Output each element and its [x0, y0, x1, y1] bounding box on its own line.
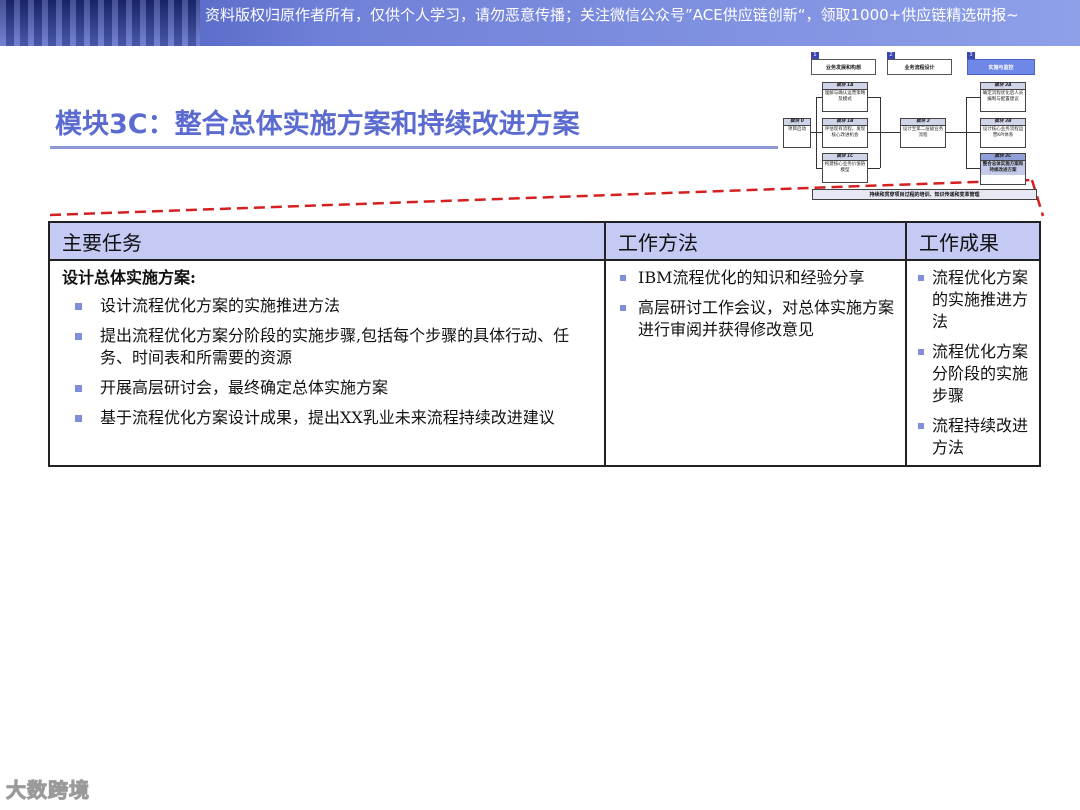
bullet-icon: [620, 275, 626, 281]
table-header-row: 主要任务 工作方法 工作成果: [48, 221, 1041, 261]
list-item: 基于流程优化方案设计成果，提出XX乳业未来流程持续改进建议: [60, 407, 594, 429]
module-box: 模块 1C 构建核心业务价值链模型: [822, 153, 868, 183]
phase-chevron: 业务流程设计: [887, 59, 952, 75]
diagram-footer-bar: 持续和贯穿项目过程的培训、知识传递和变革管理: [812, 189, 1037, 200]
tasks-subtitle: 设计总体实施方案:: [62, 268, 196, 287]
list-item: 开展高层研讨会，最终确定总体实施方案: [60, 377, 594, 399]
module-body: 整合总体实施方案和持续改进方案: [981, 161, 1025, 175]
list-item: 流程优化方案的实施推进方法: [917, 267, 1029, 333]
header-tasks: 主要任务: [48, 221, 606, 261]
list-item: 流程优化方案分阶段的实施步骤: [917, 341, 1029, 407]
module-box: 模块 1A 理解与确认运营策略及模式: [822, 82, 868, 112]
phase-chevron: 业务发展和构想: [811, 59, 876, 75]
list-item-text: 基于流程优化方案设计成果，提出XX乳业未来流程持续改进建议: [100, 408, 555, 427]
module-body: 评估现有流程，发现核心改进机会: [824, 127, 866, 138]
connector: [966, 97, 967, 168]
module-box: 模块 2 设计至第二层级业务流程: [900, 118, 946, 148]
tasks-cell: 设计总体实施方案: 设计流程优化方案的实施推进方法 提出流程优化方案分阶段的实施…: [48, 259, 606, 467]
header-results: 工作成果: [905, 221, 1041, 261]
bullet-icon: [918, 349, 924, 355]
results-list: 流程优化方案的实施推进方法 流程优化方案分阶段的实施步骤 流程持续改进方法: [917, 267, 1029, 459]
process-overview-diagram: 1 业务发展和构想 2 业务流程设计 3 实施与监控 模块 0 项目启动 模块 …: [780, 52, 1042, 202]
phase-number: 3: [967, 52, 975, 59]
brand-logo: 大数跨境: [6, 778, 90, 803]
module-body: 设计核心业务流程运营KPI体系: [982, 127, 1024, 138]
connector: [946, 132, 980, 133]
module-body: 设计至第二层级业务流程: [902, 127, 944, 138]
list-item: 设计流程优化方案的实施推进方法: [60, 295, 594, 317]
connector: [966, 97, 980, 98]
bullet-icon: [620, 305, 626, 311]
module-head: 模块 3C: [981, 154, 1025, 161]
module-head: 模块 1A: [823, 83, 867, 90]
module-head: 模块 1B: [823, 119, 867, 126]
module-box: 模块 1B 评估现有流程，发现核心改进机会: [822, 118, 868, 148]
methods-cell: IBM流程优化的知识和经验分享 高层研讨工作会议，对总体实施方案进行审阅并获得修…: [604, 259, 907, 467]
module-head: 模块 2: [901, 119, 945, 126]
list-item-text: 设计流程优化方案的实施推进方法: [100, 296, 341, 315]
list-item-text: 开展高层研讨会，最终确定总体实施方案: [100, 378, 389, 397]
bullet-icon: [75, 333, 82, 340]
list-item-text: 高层研讨工作会议，对总体实施方案进行审阅并获得修改意见: [638, 298, 895, 339]
list-item: 提出流程优化方案分阶段的实施步骤,包括每个步骤的具体行动、任务、时间表和所需要的…: [60, 325, 594, 369]
bullet-icon: [918, 423, 924, 429]
module-box-highlighted: 模块 3C 整合总体实施方案和持续改进方案: [980, 153, 1026, 185]
module-body: 确定流程优化后人员编制与配置建议: [982, 91, 1024, 102]
module-head: 模块 3A: [981, 83, 1025, 90]
connector: [868, 168, 880, 169]
list-item-text: 流程优化方案的实施推进方法: [932, 268, 1029, 331]
list-item-text: IBM流程优化的知识和经验分享: [638, 268, 865, 287]
connector: [816, 97, 822, 98]
module-box: 模块 3B 设计核心业务流程运营KPI体系: [980, 118, 1026, 148]
table-row: 设计总体实施方案: 设计流程优化方案的实施推进方法 提出流程优化方案分阶段的实施…: [48, 259, 1041, 467]
results-cell: 流程优化方案的实施推进方法 流程优化方案分阶段的实施步骤 流程持续改进方法: [905, 259, 1041, 467]
module-head: 模块 1C: [823, 154, 867, 161]
module-box: 模块 3A 确定流程优化后人员编制与配置建议: [980, 82, 1026, 112]
phase-chevron-active: 实施与监控: [967, 59, 1035, 75]
header-methods: 工作方法: [604, 221, 907, 261]
bullet-icon: [75, 385, 82, 392]
connector: [868, 132, 900, 133]
module-body: 构建核心业务价值链模型: [824, 162, 866, 173]
methods-list: IBM流程优化的知识和经验分享 高层研讨工作会议，对总体实施方案进行审阅并获得修…: [616, 267, 895, 341]
tasks-list: 设计流程优化方案的实施推进方法 提出流程优化方案分阶段的实施步骤,包括每个步骤的…: [60, 295, 594, 429]
module-head: 模块 3B: [981, 119, 1025, 126]
list-item: IBM流程优化的知识和经验分享: [616, 267, 895, 289]
module-body: 项目启动: [788, 127, 806, 132]
connector: [880, 97, 881, 168]
list-item-text: 提出流程优化方案分阶段的实施步骤,包括每个步骤的具体行动、任务、时间表和所需要的…: [100, 326, 570, 367]
bullet-icon: [918, 275, 924, 281]
module-head: 模块 0: [784, 119, 810, 126]
phase-number: 2: [887, 52, 895, 59]
connector: [966, 168, 980, 169]
bullet-icon: [75, 415, 82, 422]
module-box: 模块 0 项目启动: [783, 118, 811, 148]
connector: [868, 97, 880, 98]
connector: [816, 168, 822, 169]
task-table: 主要任务 工作方法 工作成果 设计总体实施方案: 设计流程优化方案的实施推进方法…: [48, 221, 1041, 467]
list-item: 高层研讨工作会议，对总体实施方案进行审阅并获得修改意见: [616, 297, 895, 341]
phase-number: 1: [811, 52, 819, 59]
list-item-text: 流程持续改进方法: [932, 416, 1029, 457]
module-body: 理解与确认运营策略及模式: [824, 91, 866, 102]
bullet-icon: [75, 303, 82, 310]
list-item-text: 流程优化方案分阶段的实施步骤: [932, 342, 1029, 405]
connector: [816, 97, 817, 168]
list-item: 流程持续改进方法: [917, 415, 1029, 459]
